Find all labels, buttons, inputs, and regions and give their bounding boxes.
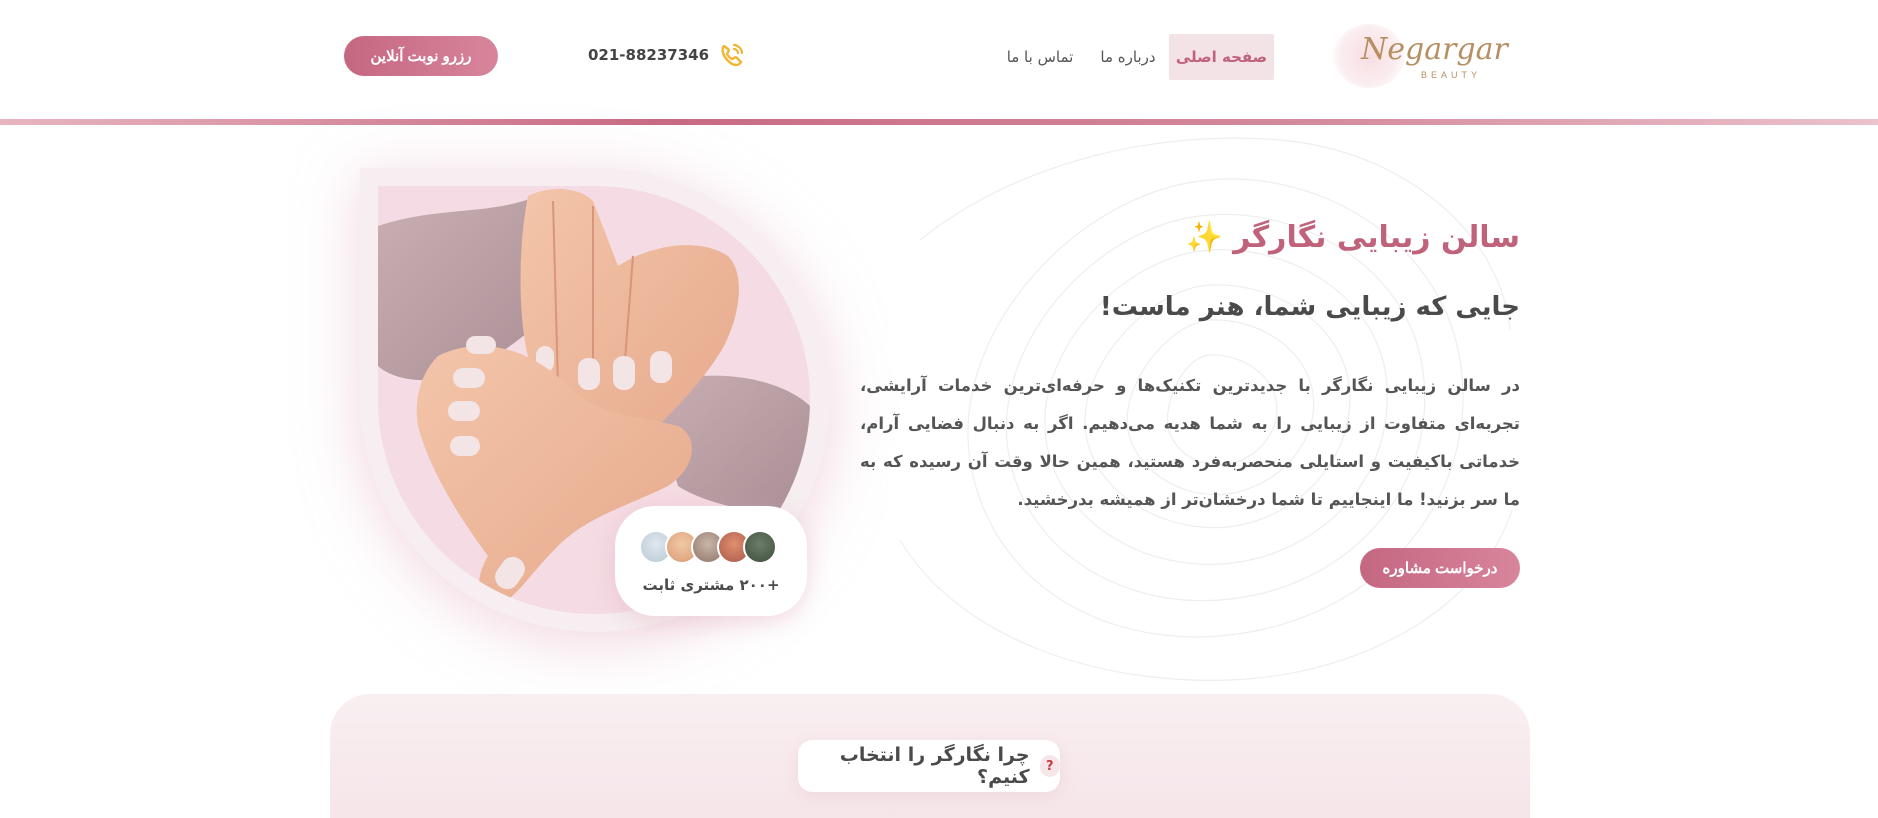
reserve-online-button[interactable]: رزرو نوبت آنلاین [344,36,498,76]
nav-item-home[interactable]: صفحه اصلی [1169,34,1274,80]
loyal-clients-card: +۲۰۰ مشتری ثابت [615,506,807,616]
why-choose-title: چرا نگارگر را انتخاب کنیم؟ [839,744,1030,788]
phone-contact[interactable]: 021-88237346 [588,40,747,70]
nav-item-contact[interactable]: تماس با ما [1000,34,1080,80]
logo-text: Negargar [1361,32,1508,67]
client-avatars [639,530,783,566]
hero-title: سالن زیبایی نگارگر ✨ [1186,220,1520,255]
avatar [743,530,777,564]
hero-title-text: سالن زیبایی نگارگر [1233,220,1520,255]
nav-item-about[interactable]: درباره ما [1098,34,1158,80]
sparkle-icon: ✨ [1185,220,1224,255]
request-consultation-button[interactable]: درخواست مشاوره [1360,548,1520,588]
question-icon: ? [1039,755,1060,777]
hero-description: در سالن زیبایی نگارگر با جدیدترین تکنیک‌… [860,376,1520,509]
why-choose-heading: ? چرا نگارگر را انتخاب کنیم؟ [798,740,1060,792]
hero-subtitle: جایی که زیبایی شما، هنر ماست! [1099,292,1520,322]
logo-subtext: BEAUTY [1421,70,1482,80]
phone-number: 021-88237346 [588,46,710,64]
loyal-clients-label: +۲۰۰ مشتری ثابت [642,576,780,594]
phone-icon [721,43,744,67]
site-header: Negargar BEAUTY صفحه اصلی درباره ما تماس… [0,0,1878,120]
brand-logo[interactable]: Negargar BEAUTY [1333,18,1508,92]
